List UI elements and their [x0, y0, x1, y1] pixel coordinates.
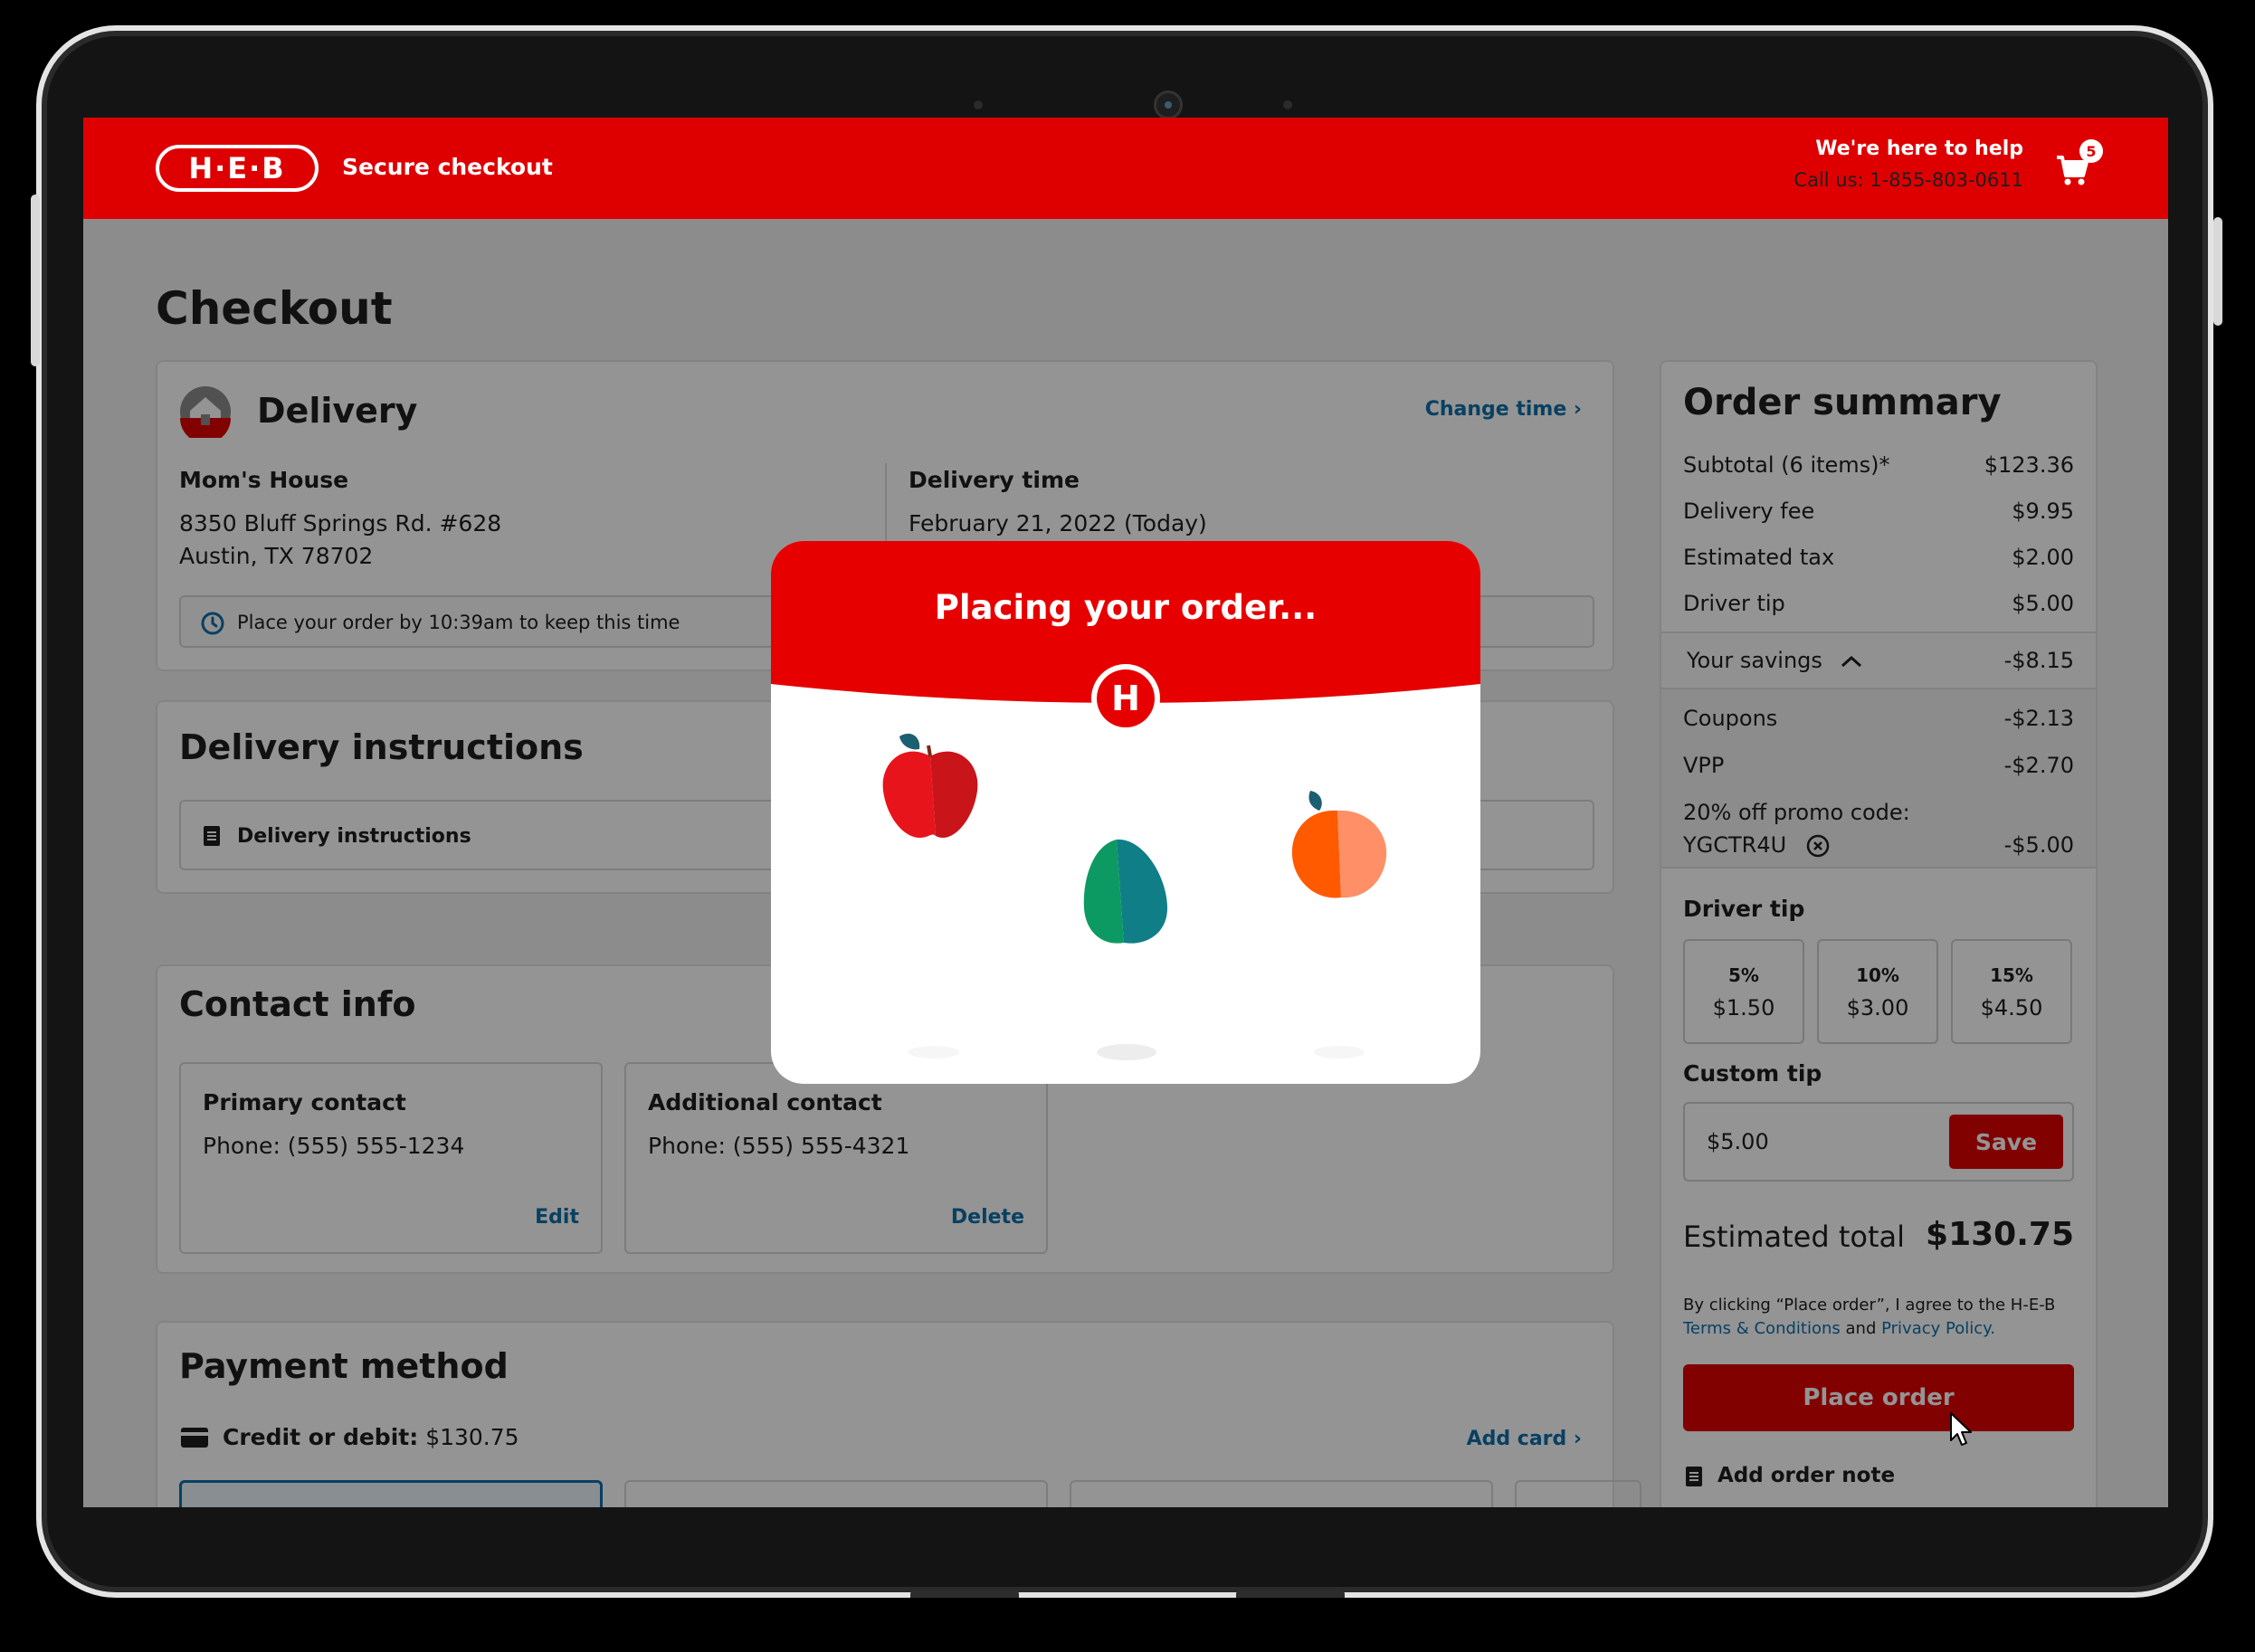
heb-badge: H	[1091, 664, 1160, 733]
secure-checkout-label: Secure checkout	[342, 154, 553, 180]
bottom-notch-left	[910, 1590, 1019, 1598]
bottom-notch-right	[1236, 1590, 1345, 1598]
mouse-cursor-icon	[1950, 1412, 1972, 1446]
apple-shadow	[909, 1046, 959, 1059]
help-block: We're here to help Call us: 1-855-803-06…	[1794, 138, 2023, 191]
top-bar: H·E·B Secure checkout We're here to help…	[83, 118, 2168, 219]
placing-order-modal: Placing your order... H	[771, 541, 1480, 1084]
screen: H·E·B Secure checkout We're here to help…	[83, 118, 2168, 1507]
orange-shadow	[1314, 1046, 1365, 1059]
camera-icon	[1154, 90, 1183, 119]
cart-count-badge: 5	[2079, 139, 2103, 163]
sensor-right	[1283, 100, 1292, 109]
modal-title: Placing your order...	[934, 588, 1318, 627]
help-phone[interactable]: Call us: 1-855-803-0611	[1794, 169, 2023, 191]
apple-icon	[882, 733, 978, 839]
avocado-shadow	[1097, 1044, 1156, 1060]
help-title: We're here to help	[1815, 138, 2023, 160]
side-button-right	[2213, 217, 2222, 326]
avocado-icon	[1083, 839, 1167, 944]
heb-badge-letter: H	[1097, 669, 1155, 727]
sensor-left	[974, 100, 983, 109]
side-button-left	[31, 195, 40, 366]
orange-icon	[1291, 791, 1387, 898]
heb-logo[interactable]: H·E·B	[156, 145, 319, 192]
